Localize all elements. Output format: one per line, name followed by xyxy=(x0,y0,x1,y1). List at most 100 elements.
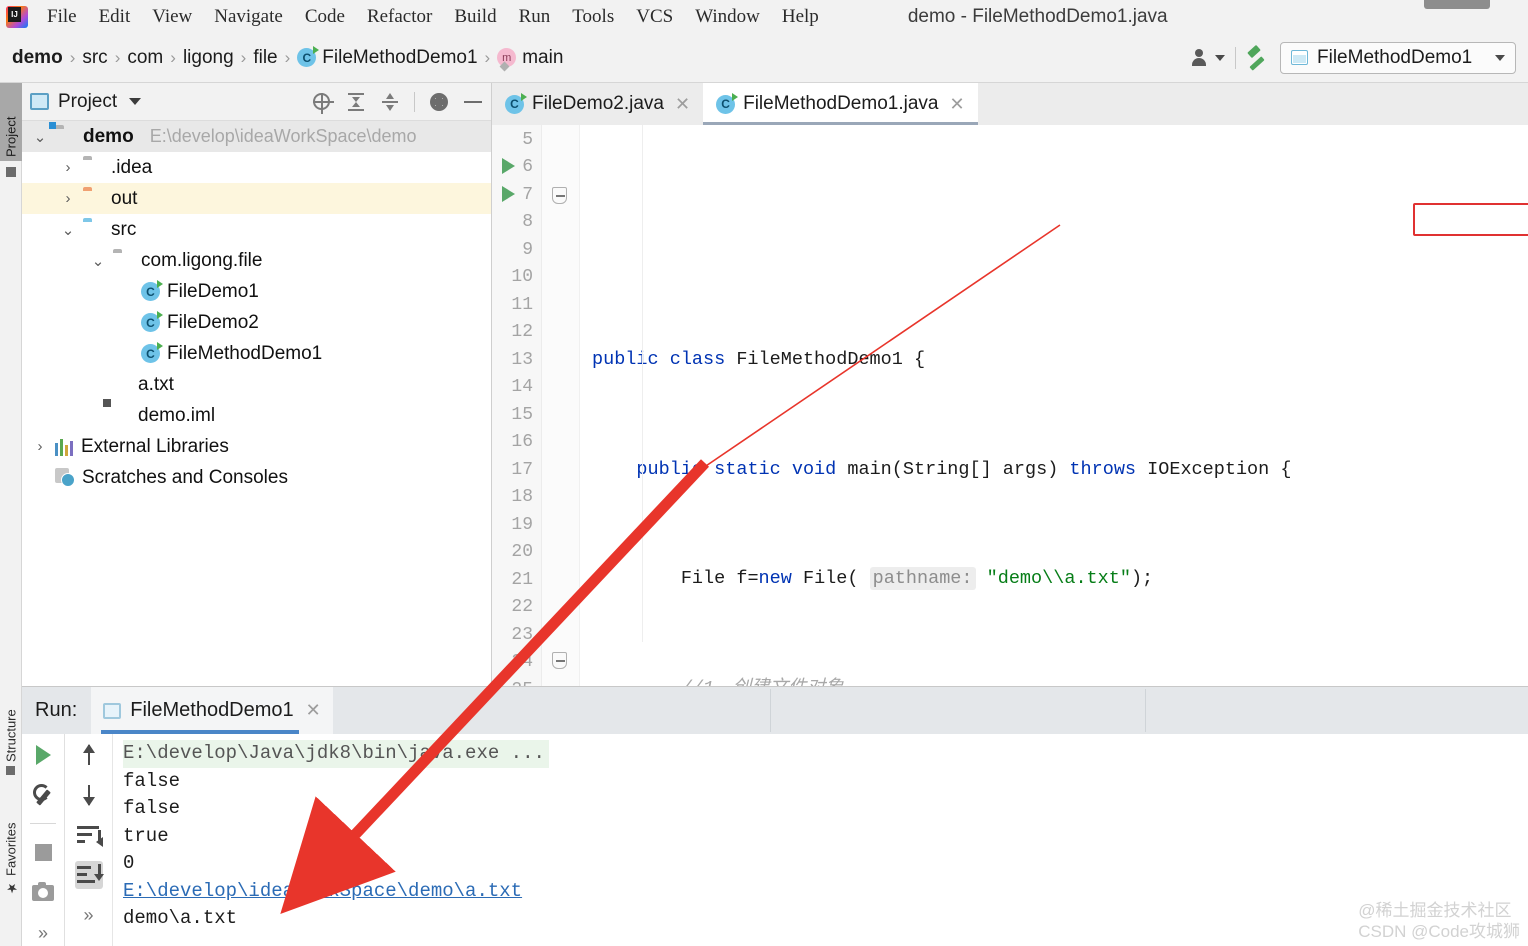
chevron-right-icon[interactable]: › xyxy=(32,438,48,455)
tree-item-demoiml[interactable]: demo.iml xyxy=(22,400,491,431)
scroll-to-end-icon[interactable] xyxy=(74,861,104,889)
code-fold-marker[interactable] xyxy=(552,652,567,669)
menu-code[interactable]: Code xyxy=(294,4,356,30)
tree-item-package[interactable]: ⌄ com.ligong.file xyxy=(22,245,491,276)
menu-help[interactable]: Help xyxy=(771,4,830,30)
build-hammer-icon[interactable] xyxy=(1246,46,1270,70)
editor-area: C FileDemo2.java ✕ C FileMethodDemo1.jav… xyxy=(492,83,1528,700)
breadcrumb-item-method[interactable]: m main xyxy=(493,47,567,69)
window-controls[interactable] xyxy=(1424,0,1490,9)
sidebar-item-project[interactable]: Project xyxy=(0,83,22,161)
stop-icon[interactable] xyxy=(29,839,57,866)
run-gutter-marker[interactable] xyxy=(502,186,515,202)
soft-wrap-icon[interactable] xyxy=(75,821,103,849)
menu-bar[interactable]: File Edit View Navigate Code Refactor Bu… xyxy=(36,4,830,30)
breadcrumb-method-label: main xyxy=(522,46,564,68)
tab-filedemo2[interactable]: C FileDemo2.java ✕ xyxy=(492,83,703,125)
chevron-right-icon[interactable]: › xyxy=(60,190,76,207)
tree-item-out[interactable]: › out xyxy=(22,183,491,214)
tree-item-label: a.txt xyxy=(138,373,174,395)
tree-item-filedemo2[interactable]: C FileDemo2 xyxy=(22,307,491,338)
line-number: 23 xyxy=(511,625,533,645)
collapse-all-icon[interactable] xyxy=(380,92,400,112)
menu-build[interactable]: Build xyxy=(443,4,507,30)
run-configuration-selector[interactable]: FileMethodDemo1 xyxy=(1280,41,1516,74)
menu-tools[interactable]: Tools xyxy=(561,4,625,30)
edit-configuration-wrench-icon[interactable] xyxy=(29,781,57,808)
breadcrumb-separator: › xyxy=(170,47,176,67)
tree-item-demo[interactable]: ⌄ demo E:\develop\ideaWorkSpace\demo xyxy=(22,121,491,152)
close-icon[interactable]: ✕ xyxy=(306,700,321,721)
console-file-link[interactable]: E:\develop\ideaWorkSpace\demo\a.txt xyxy=(123,880,522,902)
tree-item-filedemo1[interactable]: C FileDemo1 xyxy=(22,276,491,307)
project-view-icon xyxy=(30,93,49,110)
down-arrow-icon[interactable] xyxy=(75,781,103,809)
tree-item-filemethoddemo1[interactable]: C FileMethodDemo1 xyxy=(22,338,491,369)
code-fold-marker[interactable] xyxy=(552,187,567,204)
close-icon[interactable]: ✕ xyxy=(675,94,690,115)
run-gutter-marker[interactable] xyxy=(502,158,515,174)
breadcrumb-item-demo[interactable]: demo xyxy=(8,47,67,69)
menu-edit[interactable]: Edit xyxy=(88,4,142,30)
menu-refactor[interactable]: Refactor xyxy=(356,4,443,30)
breadcrumb-item-com[interactable]: com xyxy=(123,47,167,69)
folder-orange-icon xyxy=(83,190,104,207)
close-icon[interactable]: ✕ xyxy=(949,94,964,115)
menu-vcs[interactable]: VCS xyxy=(625,4,684,30)
tree-item-external-libraries[interactable]: › External Libraries xyxy=(22,431,491,462)
select-opened-file-icon[interactable] xyxy=(312,92,334,114)
tree-item-label: demo xyxy=(83,125,134,147)
tree-item-label: FileDemo1 xyxy=(167,280,259,302)
divider xyxy=(1235,46,1236,69)
line-number: 11 xyxy=(511,295,533,315)
code-editor[interactable]: 5 6 7 8 9 10 11 12 13 14 15 16 17 18 19 … xyxy=(492,125,1528,700)
tree-item-atxt[interactable]: a.txt xyxy=(22,369,491,400)
menu-window[interactable]: Window xyxy=(684,4,771,30)
menu-view[interactable]: View xyxy=(141,4,203,30)
menu-navigate[interactable]: Navigate xyxy=(203,4,294,30)
tree-item-src[interactable]: ⌄ src xyxy=(22,214,491,245)
screenshot-camera-icon[interactable] xyxy=(29,880,57,907)
breadcrumb-item-src[interactable]: src xyxy=(78,47,111,69)
console-output[interactable]: E:\develop\Java\jdk8\bin\java.exe ... fa… xyxy=(113,734,1528,946)
chevron-down-icon[interactable]: ⌄ xyxy=(32,128,48,146)
user-account-button[interactable] xyxy=(1191,48,1225,68)
run-tab-filemethoddemo1[interactable]: FileMethodDemo1 ✕ xyxy=(91,687,333,734)
more-chevrons-icon[interactable]: » xyxy=(29,920,57,946)
chevron-right-icon[interactable]: › xyxy=(60,159,76,176)
breadcrumb-item-file[interactable]: file xyxy=(249,47,281,69)
scratches-icon xyxy=(55,468,75,487)
code-text[interactable]: public class FileMethodDemo1 { public st… xyxy=(580,125,1528,686)
tree-item-idea[interactable]: › .idea xyxy=(22,152,491,183)
settings-gear-icon[interactable] xyxy=(429,92,449,112)
folder-gray-icon xyxy=(83,159,104,176)
tab-filemethoddemo1[interactable]: C FileMethodDemo1.java ✕ xyxy=(703,83,979,125)
chevron-down-icon[interactable]: ⌄ xyxy=(60,221,76,239)
chevron-down-icon[interactable] xyxy=(129,98,142,105)
editor-tab-label: FileDemo2.java xyxy=(532,93,664,114)
run-toolbar-secondary: » xyxy=(65,734,113,946)
line-number: 6 xyxy=(522,157,533,177)
line-number: 17 xyxy=(511,460,533,480)
rerun-icon[interactable] xyxy=(29,741,57,768)
tree-item-scratches[interactable]: Scratches and Consoles xyxy=(22,462,491,493)
line-number: 8 xyxy=(522,212,533,232)
hide-panel-icon[interactable] xyxy=(463,92,483,112)
more-chevrons-icon[interactable]: » xyxy=(75,901,103,929)
chevron-down-icon[interactable]: ⌄ xyxy=(90,252,106,270)
sidebar-item-favorites[interactable]: ★ Favorites xyxy=(0,795,22,899)
line-number: 5 xyxy=(522,130,533,150)
up-arrow-icon[interactable] xyxy=(75,741,103,769)
menu-run[interactable]: Run xyxy=(508,4,562,30)
breadcrumb: demo › src › com › ligong › file › C Fil… xyxy=(8,46,567,69)
sidebar-item-structure[interactable]: Structure xyxy=(0,683,22,779)
expand-all-icon[interactable] xyxy=(346,92,366,112)
code-line-9: //1、创建文件对象 xyxy=(580,675,1528,686)
project-panel-header: Project xyxy=(22,83,491,121)
tool-window-label-project: Project xyxy=(3,116,19,157)
breadcrumb-item-ligong[interactable]: ligong xyxy=(179,47,238,69)
breadcrumb-item-class[interactable]: C FileMethodDemo1 xyxy=(293,46,481,69)
menu-file[interactable]: File xyxy=(36,4,88,30)
tree-item-label: FileMethodDemo1 xyxy=(167,342,323,364)
line-number: 9 xyxy=(522,240,533,260)
